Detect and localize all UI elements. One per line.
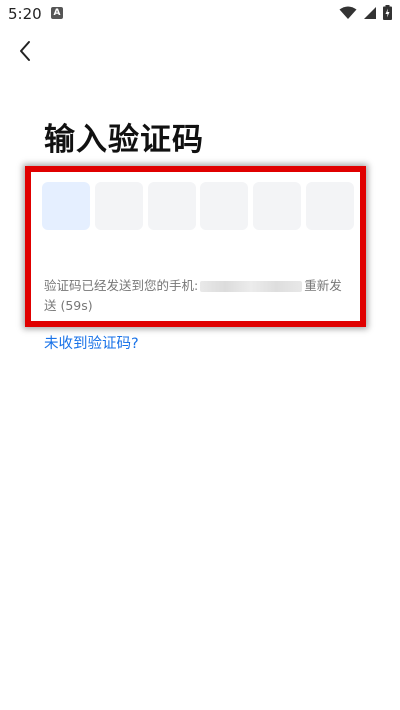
code-cell-5[interactable]	[253, 182, 302, 230]
system-icons	[339, 5, 392, 20]
code-cell-4[interactable]	[200, 182, 249, 230]
back-button[interactable]	[12, 36, 40, 66]
code-input-group[interactable]	[42, 182, 354, 230]
sent-hint-text: 验证码已经发送到您的手机:	[44, 278, 199, 293]
no-code-link[interactable]: 未收到验证码?	[44, 332, 139, 353]
code-cell-2[interactable]	[94, 182, 143, 230]
masked-phone-number	[200, 281, 303, 292]
code-cell-3[interactable]	[147, 182, 196, 230]
status-bar: 5:20 A	[0, 0, 400, 28]
code-cell-1[interactable]	[42, 182, 90, 230]
battery-icon	[383, 5, 392, 20]
signal-icon	[364, 6, 376, 19]
back-arrow-icon	[20, 41, 30, 61]
status-time: 5:20	[8, 5, 42, 23]
sent-hint: 验证码已经发送到您的手机: 重新发送 (59s)	[44, 276, 354, 316]
code-cell-6[interactable]	[305, 182, 354, 230]
wifi-icon	[339, 6, 357, 19]
notification-icon: A	[51, 7, 63, 19]
page-title: 输入验证码	[44, 122, 204, 158]
